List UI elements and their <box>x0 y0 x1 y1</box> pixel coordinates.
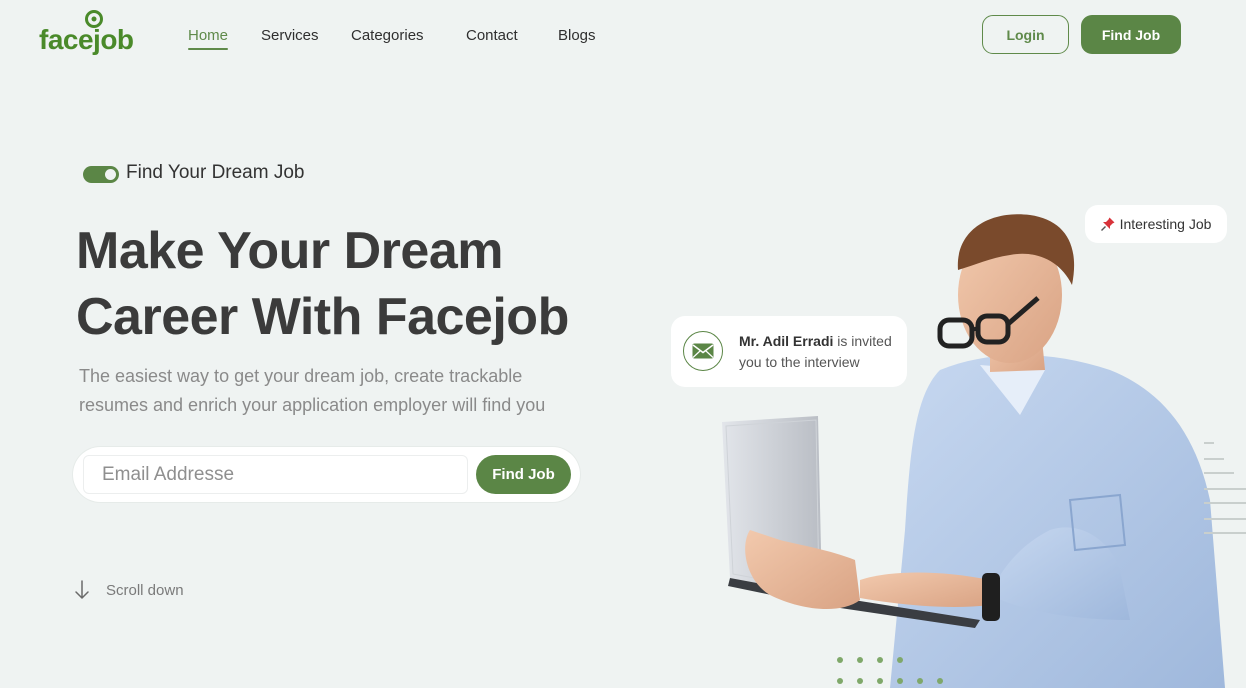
interesting-job-badge: Interesting Job <box>1085 205 1227 243</box>
scroll-down-link[interactable]: Scroll down <box>74 578 184 602</box>
nav-contact[interactable]: Contact <box>466 27 518 44</box>
subtext-line-2: resumes and enrich your application empl… <box>79 395 546 415</box>
toggle-switch-icon <box>83 166 119 183</box>
email-input[interactable] <box>83 455 468 494</box>
decorative-dots-icon <box>837 657 943 684</box>
hero-subtext: The easiest way to get your dream job, c… <box>79 362 639 420</box>
nav-blogs[interactable]: Blogs <box>558 27 596 44</box>
hero-eyebrow: Find Your Dream Job <box>126 162 305 183</box>
nav-categories[interactable]: Categories <box>351 27 424 44</box>
login-button[interactable]: Login <box>982 15 1069 54</box>
email-search-bar: Find Job <box>73 447 580 502</box>
mail-icon <box>683 331 723 371</box>
find-job-button[interactable]: Find Job <box>476 455 571 494</box>
headline-line-2: Career With Facejob <box>76 288 569 346</box>
subtext-line-1: The easiest way to get your dream job, c… <box>79 366 523 386</box>
nav-home[interactable]: Home <box>188 27 229 50</box>
hero-person-image <box>722 214 1225 688</box>
headline-line-1: Make Your Dream <box>76 222 503 280</box>
arrow-down-icon <box>75 580 89 599</box>
notification-text: Mr. Adil Erradi is invited you to the in… <box>739 331 901 373</box>
logo-text: facejob <box>39 24 134 55</box>
notification-name: Mr. Adil Erradi <box>739 333 834 349</box>
decorative-lines-icon <box>1204 442 1246 534</box>
nav-find-job-button[interactable]: Find Job <box>1081 15 1181 54</box>
scroll-down-label: Scroll down <box>106 581 184 599</box>
hero-headline: Make Your Dream Career With Facejob <box>76 218 676 350</box>
interesting-job-label: Interesting Job <box>1119 216 1212 232</box>
facejob-logo[interactable]: facejob <box>39 10 134 58</box>
nav-services[interactable]: Services <box>261 27 319 44</box>
pushpin-icon <box>1100 217 1115 231</box>
interview-notification-card: Mr. Adil Erradi is invited you to the in… <box>671 316 907 387</box>
